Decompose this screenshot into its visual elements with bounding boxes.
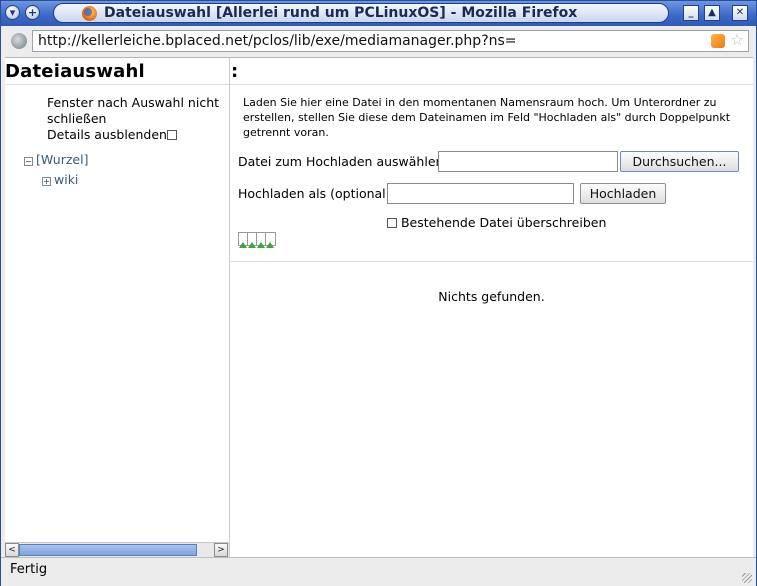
scroll-left-arrow[interactable]: <: [5, 543, 19, 557]
site-identity-icon[interactable]: [11, 33, 27, 49]
upload-info-text: Laden Sie hier eine Datei in den momenta…: [243, 96, 731, 139]
hide-details-option[interactable]: Details ausblenden: [47, 127, 177, 143]
maximize-button[interactable]: ▲: [704, 5, 720, 21]
hide-details-label: Details ausblenden: [47, 127, 167, 142]
tree-wiki-label[interactable]: wiki: [54, 172, 78, 187]
scroll-thumb[interactable]: [19, 544, 197, 556]
page-title: Dateiauswahl: [5, 61, 145, 82]
keep-open-option[interactable]: Fenster nach Auswahl nicht schließen: [47, 95, 222, 127]
resize-grip-icon[interactable]: [742, 573, 752, 583]
upload-as-input[interactable]: [387, 183, 574, 204]
status-bar: Fertig: [1, 557, 756, 586]
multi-upload-icon[interactable]: [238, 232, 276, 248]
divider: [5, 84, 229, 85]
scroll-right-arrow[interactable]: >: [214, 543, 228, 557]
url-row: http://kellerleiche.bplaced.net/pclos/li…: [1, 26, 756, 56]
hide-details-checkbox[interactable]: [166, 130, 177, 140]
horizontal-scrollbar[interactable]: < >: [5, 542, 229, 557]
tree-root-label[interactable]: [Wurzel]: [36, 152, 88, 167]
overwrite-option[interactable]: Bestehende Datei überschreiben: [387, 215, 606, 230]
tree-item-wiki[interactable]: + wiki: [42, 172, 78, 187]
page-content: Dateiauswahl Fenster nach Auswahl nicht …: [5, 57, 753, 557]
divider: [230, 84, 753, 85]
left-pane: Dateiauswahl Fenster nach Auswahl nicht …: [5, 58, 230, 557]
namespace-title: :: [231, 61, 239, 82]
close-button[interactable]: ✕: [732, 5, 748, 21]
overwrite-label: Bestehende Datei überschreiben: [400, 215, 607, 230]
rss-feed-icon[interactable]: [711, 34, 725, 48]
window-menu-button[interactable]: ▾: [5, 5, 20, 20]
overwrite-checkbox[interactable]: [387, 218, 397, 228]
file-path-input[interactable]: [438, 151, 618, 172]
right-pane: : Laden Sie hier eine Datei in den momen…: [230, 58, 753, 557]
file-select-label: Datei zum Hochladen auswählen:: [238, 154, 448, 169]
firefox-window: ▾ + Dateiauswahl [Allerlei rund um PCLin…: [0, 0, 757, 586]
window-title: Dateiauswahl [Allerlei rund um PCLinuxOS…: [104, 5, 578, 21]
browse-button[interactable]: Durchsuchen...: [620, 151, 739, 172]
add-button[interactable]: +: [25, 5, 40, 20]
collapse-icon[interactable]: −: [24, 157, 33, 166]
status-text: Fertig: [10, 562, 48, 577]
divider: [230, 261, 753, 262]
empty-result-text: Nichts gefunden.: [438, 289, 545, 304]
url-text[interactable]: http://kellerleiche.bplaced.net/pclos/li…: [38, 33, 517, 49]
url-bar[interactable]: http://kellerleiche.bplaced.net/pclos/li…: [32, 30, 749, 52]
title-bar[interactable]: ▾ + Dateiauswahl [Allerlei rund um PCLin…: [1, 1, 756, 26]
upload-button[interactable]: Hochladen: [580, 183, 666, 204]
expand-icon[interactable]: +: [42, 177, 51, 186]
title-area: Dateiauswahl [Allerlei rund um PCLinuxOS…: [53, 3, 669, 23]
tree-item-root[interactable]: − [Wurzel]: [24, 152, 88, 167]
bookmark-star-icon[interactable]: ☆: [730, 32, 744, 48]
firefox-icon: [82, 6, 97, 21]
minimize-button[interactable]: _: [683, 5, 699, 21]
upload-as-label: Hochladen als (optional):: [238, 186, 395, 201]
